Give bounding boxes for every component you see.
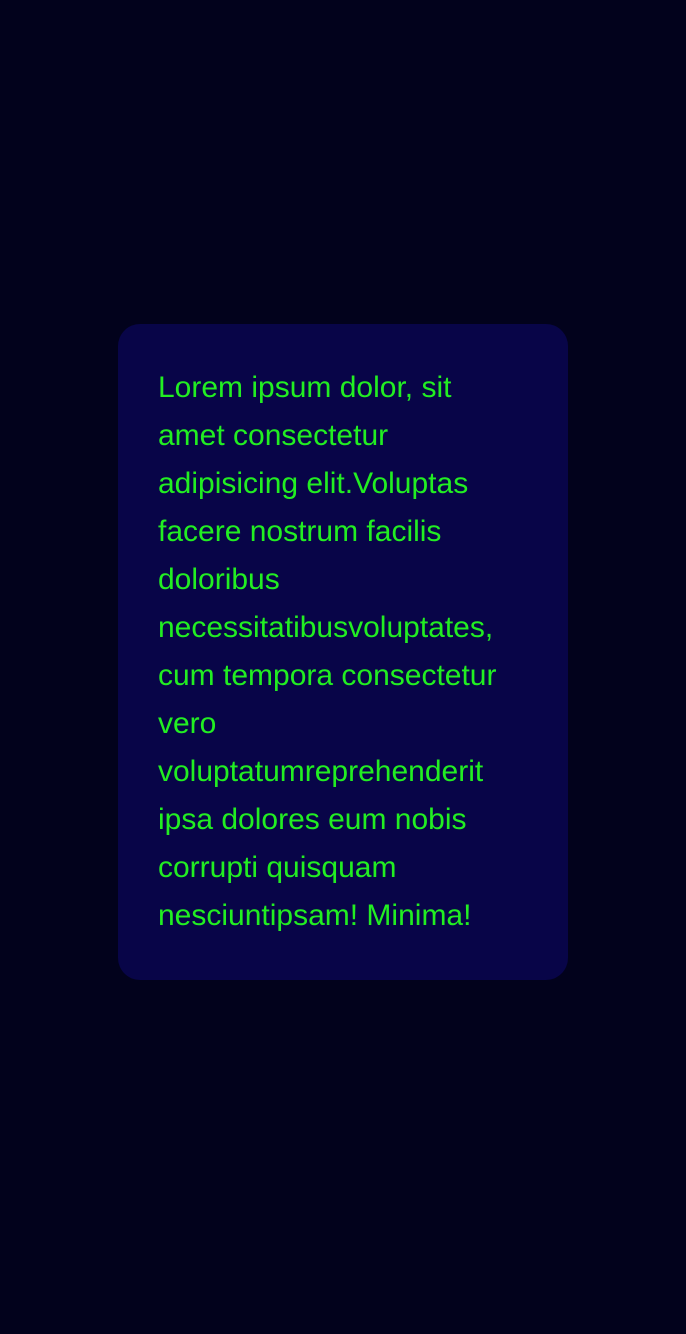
paragraph-line: facere nostrum facilis bbox=[158, 515, 442, 548]
paragraph-line: adipisicing elit.Voluptas bbox=[158, 467, 469, 500]
card-paragraph: Lorem ipsum dolor, sit amet consectetur … bbox=[158, 364, 528, 940]
paragraph-line: Lorem ipsum dolor, sit bbox=[158, 371, 452, 404]
screen: { "card": { "lines": [ "Lorem ipsum dolo… bbox=[0, 0, 686, 1334]
paragraph-line: cum tempora consectetur bbox=[158, 659, 497, 692]
paragraph-line: vero bbox=[158, 707, 217, 740]
paragraph-line: ipsa dolores eum nobis bbox=[158, 803, 467, 836]
paragraph-line: necessitatibusvoluptates, bbox=[158, 611, 494, 644]
paragraph-line: nesciuntipsam! Minima! bbox=[158, 899, 472, 932]
paragraph-line: voluptatumreprehenderit bbox=[158, 755, 484, 788]
paragraph-line: amet consectetur bbox=[158, 419, 389, 452]
paragraph-line: corrupti quisquam bbox=[158, 851, 397, 884]
paragraph-line: doloribus bbox=[158, 563, 280, 596]
text-card: Lorem ipsum dolor, sit amet consectetur … bbox=[118, 324, 568, 980]
